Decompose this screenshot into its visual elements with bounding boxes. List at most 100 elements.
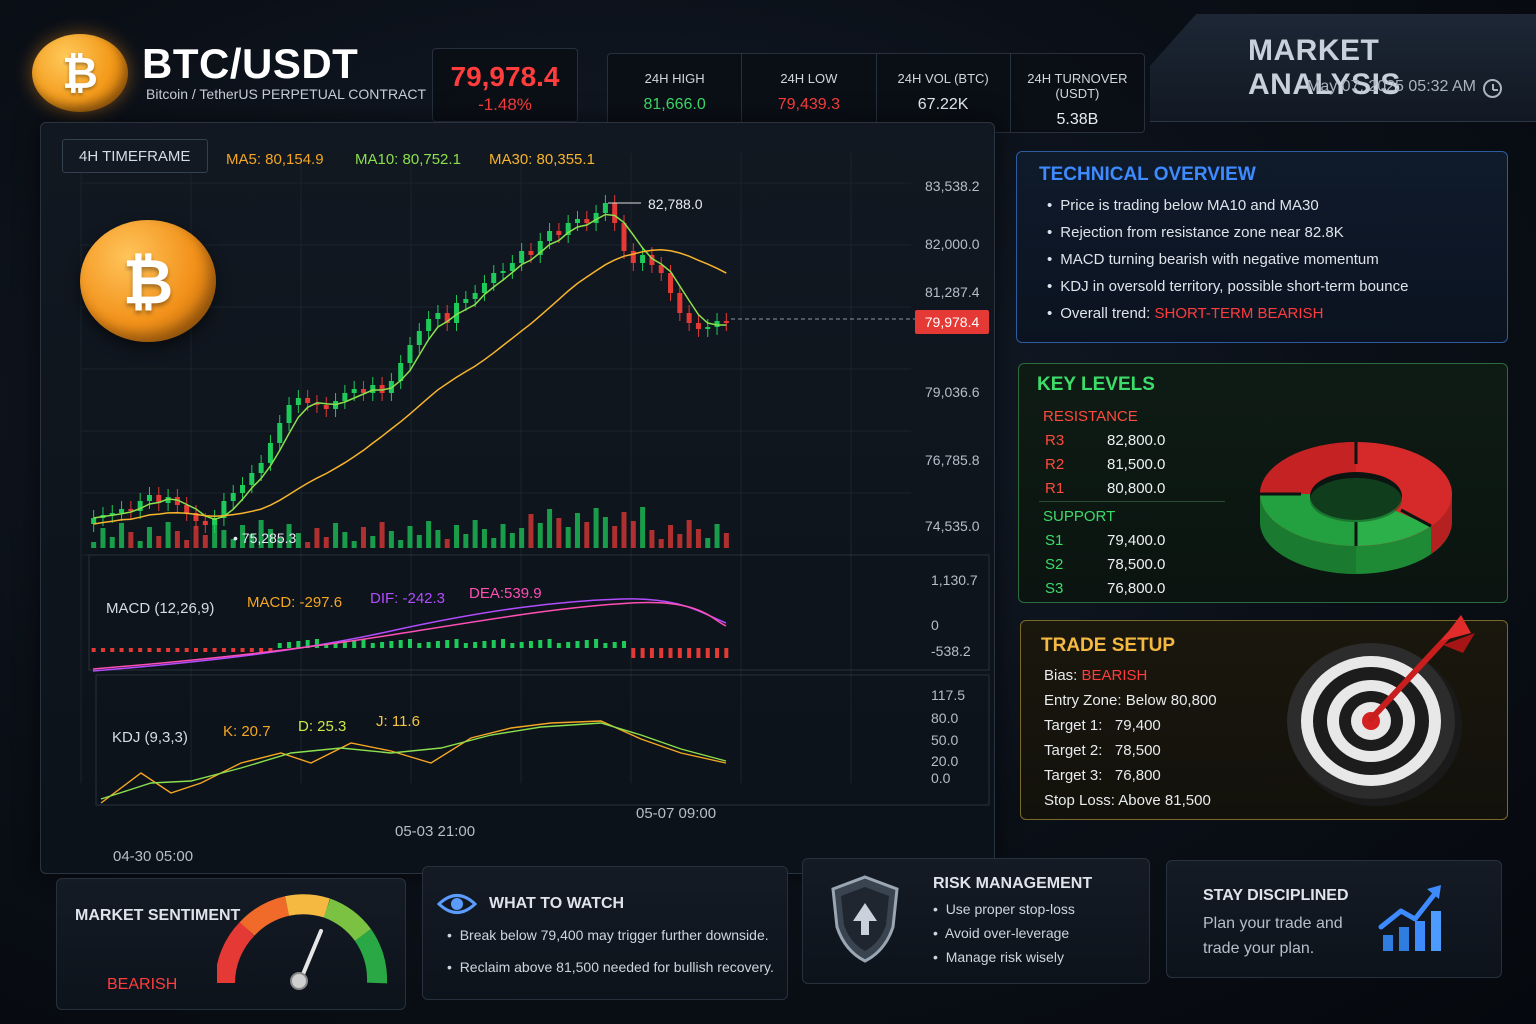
sentiment-gauge-icon xyxy=(217,894,387,990)
candle xyxy=(640,255,646,263)
macd-bar xyxy=(696,648,701,658)
macd-bar xyxy=(547,639,552,648)
volume-bar xyxy=(547,509,553,548)
macd-bar xyxy=(249,648,254,652)
macd-bar xyxy=(501,639,506,648)
candle xyxy=(519,251,525,263)
candle xyxy=(500,271,506,273)
d-value: D: 25.3 xyxy=(298,718,347,735)
candle xyxy=(323,405,329,409)
volume-bar xyxy=(388,531,394,548)
timeframe-selector[interactable]: 4H TIMEFRAME xyxy=(62,139,208,173)
candle xyxy=(258,463,264,473)
volume-bar xyxy=(323,537,329,548)
clock-icon xyxy=(1483,79,1502,98)
macd-bar xyxy=(724,648,729,658)
macd-bar xyxy=(463,643,468,648)
volume-bar xyxy=(695,529,701,548)
volume-bar xyxy=(649,530,655,548)
volume-bar xyxy=(705,538,711,548)
bitcoin-logo-icon: ₿ xyxy=(32,34,128,112)
time-axis-label: 05-07 09:00 xyxy=(636,805,716,822)
kdj-axis-label: 20.0 xyxy=(931,753,958,769)
stat-24h-volume: 24H VOL (BTC) 67.22K xyxy=(877,54,1011,132)
volume-bar xyxy=(379,522,385,548)
candle xyxy=(686,313,692,323)
macd-axis-label: 0 xyxy=(931,617,939,633)
candle xyxy=(547,231,553,241)
price-axis-label: 83,538.2 xyxy=(925,178,980,194)
macd-bar xyxy=(240,648,245,652)
volume-bar xyxy=(212,521,218,548)
support-label: SUPPORT xyxy=(1043,508,1116,525)
macd-bar xyxy=(668,648,673,658)
candle xyxy=(360,389,366,393)
candle xyxy=(416,331,422,345)
candle xyxy=(119,509,125,513)
shield-icon xyxy=(831,875,899,963)
volume-bar xyxy=(193,526,199,548)
volume-bar xyxy=(472,520,478,548)
stat-24h-high: 24H HIGH 81,666.0 xyxy=(608,54,743,132)
price-change: -1.48% xyxy=(478,95,532,114)
candle xyxy=(668,273,674,293)
volume-bar xyxy=(714,524,720,548)
macd-bar xyxy=(640,648,645,658)
volume-bar xyxy=(370,536,376,548)
volume-bar xyxy=(109,537,115,548)
pair-title: BTC/USDT xyxy=(142,40,359,87)
levels-donut-icon xyxy=(1260,442,1452,574)
kdj-axis-label: 50.0 xyxy=(931,732,958,748)
kdj-axis-label: 0.0 xyxy=(931,770,951,786)
level-row-s3: S3 76,800.0 xyxy=(1045,580,1166,597)
candle xyxy=(286,405,292,423)
candle xyxy=(584,219,590,223)
volume-bar xyxy=(528,514,534,548)
volume-bar xyxy=(556,518,562,548)
volume-bar xyxy=(100,528,106,548)
what-to-watch-card: WHAT TO WATCH • Break below 79,400 may t… xyxy=(422,866,788,1000)
candle xyxy=(370,385,376,393)
target1-row: Target 1: 79,400 xyxy=(1044,717,1161,734)
candle xyxy=(342,393,348,401)
dif-value: DIF: -242.3 xyxy=(370,590,446,607)
stat-24h-low: 24H LOW 79,439.3 xyxy=(742,54,877,132)
watch-title: WHAT TO WATCH xyxy=(489,895,625,912)
volume-bar xyxy=(537,523,543,548)
macd-bar xyxy=(203,648,208,652)
volume-bar xyxy=(91,542,97,548)
stop-loss-row: Stop Loss: Above 81,500 xyxy=(1044,792,1211,809)
sentiment-title: MARKET SENTIMENT xyxy=(75,907,241,924)
macd-value: MACD: -297.6 xyxy=(247,594,343,611)
bitcoin-coin-icon: ₿ xyxy=(80,220,216,342)
trade-setup-title: TRADE SETUP xyxy=(1041,635,1176,656)
macd-bar xyxy=(212,648,217,652)
overall-trend: Overall trend: SHORT-TERM BEARISH xyxy=(1047,305,1408,322)
level-row-r1: R1 80,800.0 xyxy=(1045,480,1166,497)
list-item: MACD turning bearish with negative momen… xyxy=(1047,251,1408,268)
macd-bar xyxy=(584,640,589,648)
ma30-label: MA30: 80,355.1 xyxy=(489,151,595,168)
volume-bar xyxy=(435,530,441,548)
list-item: • Manage risk wisely xyxy=(933,949,1064,965)
macd-bar xyxy=(138,648,143,652)
kdj-axis-label: 117.5 xyxy=(931,687,965,703)
candle xyxy=(574,219,580,223)
volume-bar xyxy=(426,521,432,548)
macd-bar xyxy=(659,648,664,658)
volume-bar xyxy=(416,535,422,548)
candle xyxy=(426,319,432,331)
macd-title: MACD (12,26,9) xyxy=(106,600,215,617)
candle xyxy=(695,323,701,329)
key-levels-panel: KEY LEVELS RESISTANCE R3 82,800.0 R2 81,50… xyxy=(1018,363,1508,603)
key-levels-title: KEY LEVELS xyxy=(1037,374,1155,395)
volume-bar xyxy=(491,538,497,548)
candle xyxy=(705,327,711,329)
price-axis-label: 82,000.0 xyxy=(925,236,980,252)
macd-bar xyxy=(566,642,571,648)
candle xyxy=(249,473,255,485)
resistance-label: RESISTANCE xyxy=(1043,408,1138,425)
level-row-r2: R2 81,500.0 xyxy=(1045,456,1166,473)
last-price-box: 79,978.4 -1.48% xyxy=(432,48,578,122)
volume-bar xyxy=(500,524,506,548)
